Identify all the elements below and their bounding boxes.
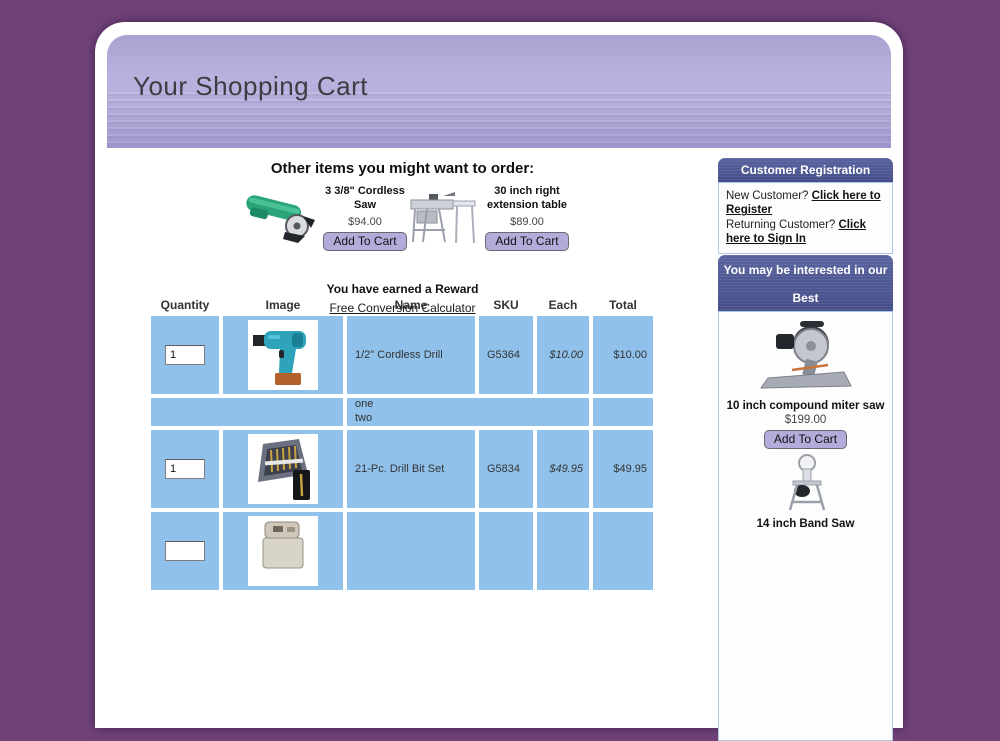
col-header-each: Each [537, 296, 589, 312]
promo-item-cordless-saw: 3 3/8" Cordless Saw $94.00 Add To Cart [323, 184, 407, 251]
partial-product-image [253, 518, 313, 584]
best-sellers-box: 10 inch compound miter saw $199.00 Add T… [718, 311, 893, 741]
page-title: Your Shopping Cart [133, 71, 368, 102]
promo-item-extension-table: 30 inch right extension table $89.00 Add… [479, 184, 575, 251]
best-sellers-title-line1: You may be interested in our Best [718, 256, 893, 312]
product-sku: G5834 [479, 430, 533, 508]
product-image-frame [248, 320, 318, 390]
col-header-name: Name [347, 296, 475, 312]
drill-bit-set-image [251, 436, 315, 502]
cart-row-cordless-drill: 1/2" Cordless Drill G5364 $10.00 $10.00 [151, 316, 653, 394]
product-total: $10.00 [593, 316, 653, 394]
col-header-sku: SKU [479, 296, 533, 312]
add-to-cart-button[interactable]: Add To Cart [485, 232, 568, 251]
customer-registration-header: Customer Registration [718, 158, 893, 182]
promo-name: 3 3/8" Cordless Saw [323, 184, 407, 213]
miter-saw-image [756, 318, 856, 398]
band-saw-image [775, 454, 837, 512]
cordless-saw-image [241, 186, 321, 244]
quantity-input[interactable] [165, 541, 205, 561]
product-name: 1/2" Cordless Drill [347, 316, 475, 394]
best-sellers-header: You may be interested in our Best Seller… [718, 255, 893, 311]
note-line: two [355, 412, 589, 426]
new-customer-text: New Customer? [726, 190, 812, 202]
product-each: $10.00 [537, 316, 589, 394]
cordless-drill-image [252, 323, 314, 387]
extension-table-saw-image [409, 186, 477, 246]
best-seller-name: 10 inch compound miter saw [719, 400, 892, 412]
quantity-input[interactable] [165, 459, 205, 479]
best-seller-name: 14 inch Band Saw [719, 518, 892, 530]
product-sku [479, 512, 533, 590]
product-image-frame [248, 434, 318, 504]
product-total [593, 512, 653, 590]
page-banner: Your Shopping Cart [107, 35, 891, 148]
product-each: $49.95 [537, 430, 589, 508]
content-card: Your Shopping Cart Other items you might… [95, 22, 903, 728]
cart-row-drill-bit-set: 21-Pc. Drill Bit Set G5834 $49.95 $49.95 [151, 430, 653, 508]
col-header-total: Total [593, 296, 653, 312]
product-name [347, 512, 475, 590]
cart-row-partial [151, 512, 653, 590]
customer-registration-box: New Customer? Click here to Register Ret… [718, 182, 893, 254]
quantity-input[interactable] [165, 345, 205, 365]
cart-table-header-row: Quantity Image Name SKU Each Total [151, 296, 653, 312]
suggestions-heading: Other items you might want to order: [151, 160, 654, 177]
add-to-cart-button[interactable]: Add To Cart [323, 232, 406, 251]
product-name: 21-Pc. Drill Bit Set [347, 430, 475, 508]
promo-price: $89.00 [479, 216, 575, 228]
promo-name: 30 inch right extension table [479, 184, 575, 213]
product-each [537, 512, 589, 590]
product-total: $49.95 [593, 430, 653, 508]
product-sku: G5364 [479, 316, 533, 394]
note-cell: one two [347, 398, 589, 426]
returning-customer-text: Returning Customer? [726, 219, 839, 231]
product-image-frame [248, 516, 318, 586]
col-header-image: Image [223, 296, 343, 312]
add-to-cart-button[interactable]: Add To Cart [764, 430, 847, 449]
note-line: one [355, 398, 589, 412]
cart-row-note: one two [151, 398, 653, 426]
promo-price: $94.00 [323, 216, 407, 228]
cart-table: Quantity Image Name SKU Each Total [147, 292, 657, 594]
col-header-quantity: Quantity [151, 296, 219, 312]
best-seller-price: $199.00 [719, 414, 892, 426]
